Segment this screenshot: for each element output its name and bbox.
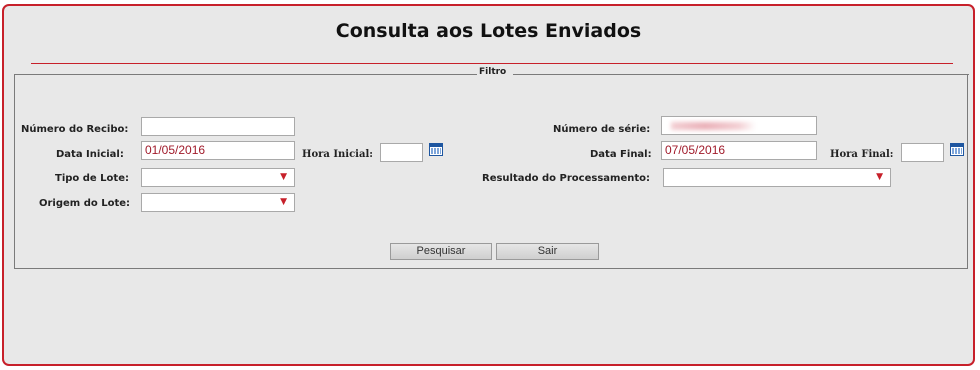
chevron-down-icon: ▼: [280, 172, 287, 182]
data-final-input[interactable]: 07/05/2016: [661, 141, 817, 160]
filter-fieldset: Filtro Número do Recibo: Número de série…: [14, 67, 969, 269]
data-inicial-input[interactable]: 01/05/2016: [141, 141, 295, 160]
hora-final-label: Hora Final:: [830, 149, 894, 160]
sair-button[interactable]: Sair: [496, 243, 599, 260]
origem-lote-label: Origem do Lote:: [39, 198, 131, 209]
hora-final-input[interactable]: [901, 143, 944, 162]
resultado-processamento-label: Resultado do Processamento:: [482, 173, 650, 184]
page-title: Consulta aos Lotes Enviados: [335, 20, 642, 42]
legend-rule-right: [513, 74, 969, 75]
pesquisar-button[interactable]: Pesquisar: [390, 243, 492, 260]
consulta-panel: Consulta aos Lotes Enviados Filtro Númer…: [2, 4, 975, 366]
data-inicial-label: Data Inicial:: [56, 149, 124, 160]
data-final-label: Data Final:: [590, 149, 652, 160]
tipo-lote-label: Tipo de Lote:: [55, 173, 129, 184]
legend-rule-left: [14, 74, 477, 75]
redacted-value: [671, 122, 756, 130]
chevron-down-icon: ▼: [876, 172, 883, 182]
numero-serie-input[interactable]: [661, 116, 817, 135]
numero-recibo-label: Número do Recibo:: [21, 124, 129, 135]
tipo-lote-select[interactable]: ▼: [141, 168, 295, 187]
numero-serie-label: Número de série:: [553, 124, 651, 135]
hora-inicial-input[interactable]: [380, 143, 423, 162]
calendar-icon[interactable]: [429, 143, 443, 156]
chevron-down-icon: ▼: [280, 197, 287, 207]
resultado-processamento-select[interactable]: ▼: [663, 168, 891, 187]
filter-legend: Filtro: [479, 67, 507, 77]
calendar-icon[interactable]: [950, 143, 964, 156]
hora-inicial-label: Hora Inicial:: [302, 149, 373, 160]
origem-lote-select[interactable]: ▼: [141, 193, 295, 212]
title-divider: [31, 63, 953, 64]
numero-recibo-input[interactable]: [141, 117, 295, 136]
